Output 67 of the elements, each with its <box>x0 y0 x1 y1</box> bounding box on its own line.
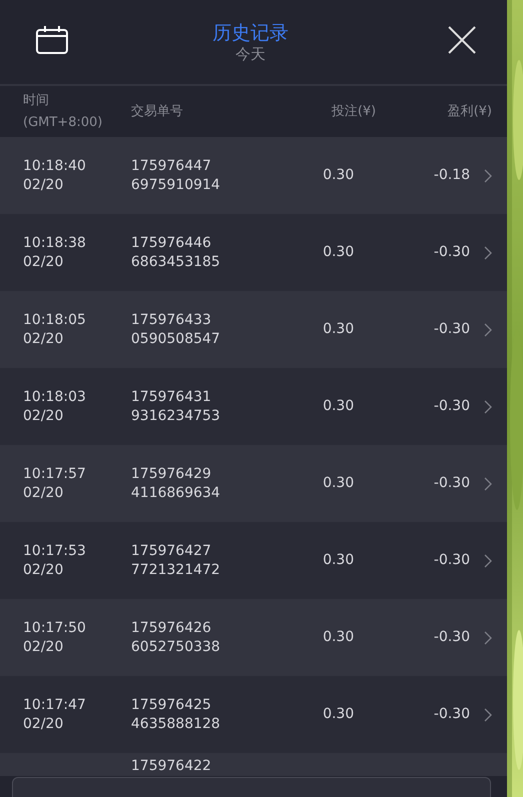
date-subtitle: 今天 <box>236 44 266 62</box>
date-text: 02/20 <box>23 484 64 502</box>
stake-amount: 0.30 <box>322 398 354 414</box>
time-text: 10:18:40 <box>23 156 87 176</box>
record-row[interactable]: 10:17:47 02/20 175976425 4635888128 0.30 -0.30 <box>0 676 507 753</box>
record-row[interactable]: 10:18:40 02/20 175976447 6975910914 0.30 -0.18 <box>0 137 507 214</box>
record-row[interactable]: 10:17:57 02/20 175976429 4116869634 0.30 -0.30 <box>0 445 507 522</box>
record-row[interactable]: 10:17:53 02/20 175976427 7721321472 0.30 -0.30 <box>0 522 507 599</box>
date-text: 02/20 <box>23 638 64 656</box>
order-number: 175976425 4635888128 <box>131 696 222 734</box>
profit-amount: -0.30 <box>434 552 470 568</box>
stake-amount: 0.30 <box>322 167 354 183</box>
date-text: 02/20 <box>23 714 64 734</box>
time-text: 10:18:38 <box>23 234 87 252</box>
column-header: 时间 <box>23 92 49 110</box>
chevron-icon <box>484 554 492 568</box>
order-number: 175976429 4116869634 <box>131 464 222 502</box>
profit-amount: -0.30 <box>434 321 470 337</box>
date-text: 02/20 <box>23 176 64 194</box>
close-icon <box>448 26 476 54</box>
stake-amount: 0.30 <box>322 475 354 491</box>
time-text: 10:17:50 <box>23 618 87 638</box>
record-row[interactable]: 10:17:50 02/20 175976426 6052750338 0.30 -0.30 <box>0 599 507 676</box>
order-number: 175976431 9316234753 <box>131 388 222 426</box>
column-header: 交易单号 <box>131 102 183 120</box>
time-text: 10:18:03 <box>23 388 87 406</box>
stake-amount: 0.30 <box>322 629 354 645</box>
chevron-icon <box>484 630 492 644</box>
column-header: 投注(¥) <box>332 102 376 120</box>
stake-amount: 0.30 <box>322 552 354 568</box>
column-header: (GMT+8:00) <box>23 114 102 132</box>
chevron-icon <box>484 400 492 414</box>
order-number: 175976447 6975910914 <box>131 156 222 194</box>
chevron-icon <box>484 476 492 490</box>
order-number: 175976422 <box>131 757 212 776</box>
chevron-icon <box>484 322 492 336</box>
date-text: 02/20 <box>23 406 64 426</box>
chevron-icon <box>484 708 492 722</box>
record-row[interactable]: 10:18:38 02/20 175976446 6863453185 0.30 -0.30 <box>0 214 507 291</box>
profit-amount: -0.30 <box>434 398 470 414</box>
profit-amount: -0.30 <box>434 629 470 645</box>
stake-amount: 0.30 <box>322 706 354 722</box>
calendar-icon[interactable] <box>36 26 68 54</box>
profit-amount: -0.18 <box>434 167 470 183</box>
date-text: 02/20 <box>23 560 64 580</box>
order-number: 175976427 7721321472 <box>131 542 222 580</box>
profit-amount: -0.30 <box>434 244 470 260</box>
chevron-icon <box>484 168 492 182</box>
record-row[interactable]: 10:18:03 02/20 175976431 9316234753 0.30 -0.30 <box>0 368 507 445</box>
window-title: 历史记录 <box>212 22 288 44</box>
date-text: 02/20 <box>23 330 64 348</box>
chevron-icon <box>484 246 492 260</box>
stake-amount: 0.30 <box>322 244 354 260</box>
date-text: 02/20 <box>23 252 64 272</box>
profit-amount: -0.30 <box>434 475 470 491</box>
column-header: 盈利(¥) <box>448 102 492 120</box>
record-row[interactable]: 175976422 <box>0 753 507 776</box>
time-text: 10:18:05 <box>23 310 87 330</box>
order-number: 175976433 0590508547 <box>131 310 222 348</box>
time-text: 10:17:47 <box>23 696 87 714</box>
time-text: 10:17:53 <box>23 542 87 560</box>
record-row[interactable]: 10:18:05 02/20 175976433 0590508547 0.30 -0.30 <box>0 291 507 368</box>
profit-amount: -0.30 <box>434 706 470 722</box>
stake-amount: 0.30 <box>322 321 354 337</box>
time-text: 10:17:57 <box>23 464 87 484</box>
order-number: 175976446 6863453185 <box>131 234 222 272</box>
order-number: 175976426 6052750338 <box>131 618 222 656</box>
